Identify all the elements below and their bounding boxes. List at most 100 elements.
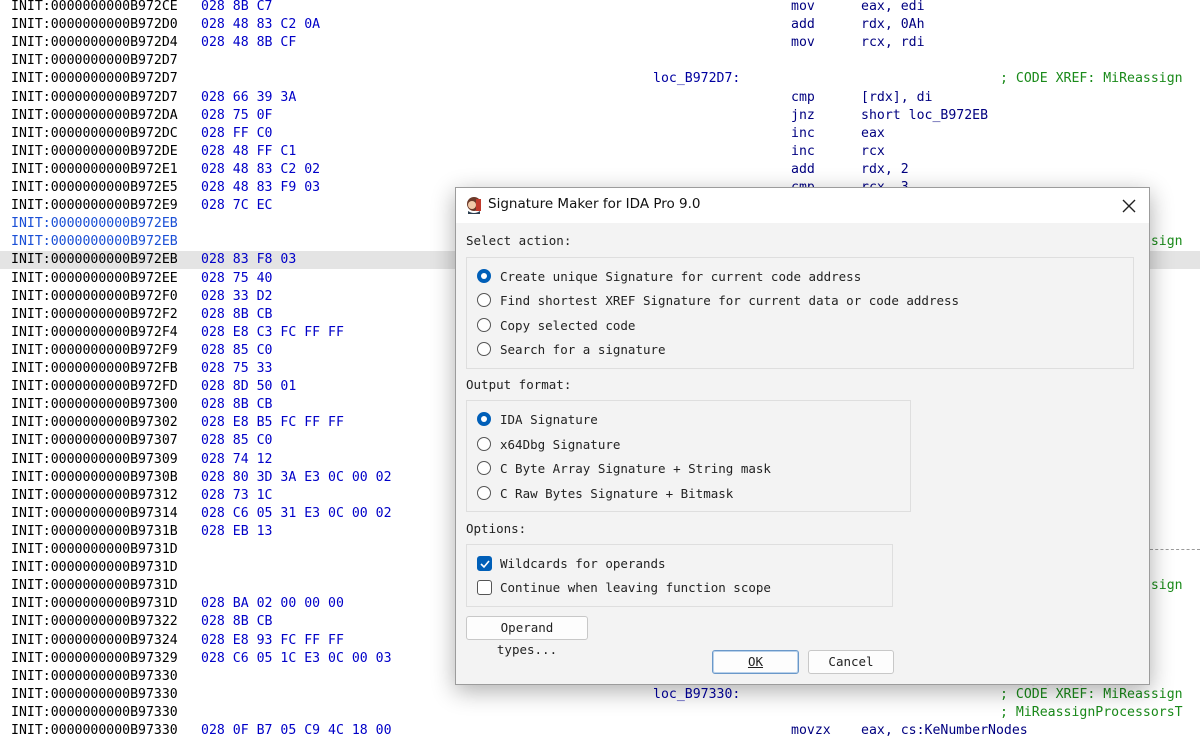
listing-bytes[interactable]: 028 75 33 — [201, 360, 272, 378]
listing-operands[interactable]: rcx, rdi — [861, 34, 925, 52]
listing-bytes[interactable]: 028 75 0F — [201, 107, 272, 125]
listing-bytes[interactable]: 028 C6 05 1C E3 0C 00 03 — [201, 650, 392, 668]
listing-mnemonic[interactable]: inc — [791, 143, 815, 161]
listing-bytes[interactable]: 028 48 83 F9 03 — [201, 179, 320, 197]
listing-operands[interactable]: rdx, 2 — [861, 161, 909, 179]
listing-address[interactable]: INIT:0000000000B972F2 — [11, 306, 178, 324]
listing-mnemonic[interactable]: cmp — [791, 89, 815, 107]
listing-address[interactable]: INIT:0000000000B972EB — [11, 251, 178, 269]
listing-bytes[interactable]: 028 8B CB — [201, 306, 272, 324]
listing-address[interactable]: INIT:0000000000B9731B — [11, 523, 178, 541]
listing-address[interactable]: INIT:0000000000B972D7 — [11, 89, 178, 107]
listing-bytes[interactable]: 028 75 40 — [201, 270, 272, 288]
listing-address[interactable]: INIT:0000000000B97330 — [11, 722, 178, 740]
listing-address[interactable]: INIT:0000000000B9730B — [11, 469, 178, 487]
checkbox-icon[interactable] — [477, 580, 492, 595]
listing-address[interactable]: INIT:0000000000B972D4 — [11, 34, 178, 52]
listing-address[interactable]: INIT:0000000000B9731D — [11, 559, 178, 577]
listing-address[interactable]: INIT:0000000000B9731D — [11, 577, 178, 595]
checkbox-checked-icon[interactable] — [477, 556, 492, 571]
listing-address[interactable]: INIT:0000000000B972DE — [11, 143, 178, 161]
listing-address[interactable]: INIT:0000000000B97312 — [11, 487, 178, 505]
listing-address[interactable]: INIT:0000000000B972D7 — [11, 52, 178, 70]
listing-mnemonic[interactable]: mov — [791, 34, 815, 52]
radio-icon[interactable] — [477, 437, 491, 451]
listing-line[interactable]: INIT:0000000000B972DC 028 FF C0 inc eax — [0, 125, 1200, 143]
cancel-button[interactable]: Cancel — [808, 650, 894, 674]
listing-bytes[interactable]: 028 7C EC — [201, 197, 272, 215]
listing-bytes[interactable]: 028 E8 B5 FC FF FF — [201, 414, 344, 432]
listing-line[interactable]: INIT:0000000000B972D7 loc_B972D7: ; CODE X… — [0, 70, 1200, 88]
listing-mnemonic[interactable]: add — [791, 161, 815, 179]
listing-address[interactable]: INIT:0000000000B972D7 — [11, 70, 178, 88]
listing-bytes[interactable]: 028 8B CB — [201, 613, 272, 631]
listing-mnemonic[interactable]: inc — [791, 125, 815, 143]
listing-address[interactable]: INIT:0000000000B97330 — [11, 704, 178, 722]
listing-bytes[interactable]: 028 73 1C — [201, 487, 272, 505]
listing-bytes[interactable]: 028 85 C0 — [201, 342, 272, 360]
listing-line[interactable]: INIT:0000000000B972D4 028 48 8B CF mov rcx,… — [0, 34, 1200, 52]
listing-bytes[interactable]: 028 48 83 C2 02 — [201, 161, 320, 179]
radio-icon[interactable] — [477, 486, 491, 500]
listing-operands[interactable]: rdx, 0Ah — [861, 16, 925, 34]
listing-bytes[interactable]: 028 FF C0 — [201, 125, 272, 143]
listing-address[interactable]: INIT:0000000000B972DC — [11, 125, 178, 143]
listing-mnemonic[interactable]: movzx — [791, 722, 831, 740]
radio-icon[interactable] — [477, 269, 491, 283]
listing-bytes[interactable]: 028 33 D2 — [201, 288, 272, 306]
listing-address[interactable]: INIT:0000000000B972D0 — [11, 16, 178, 34]
listing-operands[interactable]: eax — [861, 125, 885, 143]
listing-address[interactable]: INIT:0000000000B972DA — [11, 107, 178, 125]
radio-icon[interactable] — [477, 293, 491, 307]
listing-bytes[interactable]: 028 E8 93 FC FF FF — [201, 632, 344, 650]
listing-bytes[interactable]: 028 0F B7 05 C9 4C 18 00 — [201, 722, 392, 740]
listing-address[interactable]: INIT:0000000000B97322 — [11, 613, 178, 631]
listing-address[interactable]: INIT:0000000000B972E9 — [11, 197, 178, 215]
listing-comment[interactable]: ; CODE XREF: MiReassign — [1000, 70, 1183, 88]
listing-address[interactable]: INIT:0000000000B97309 — [11, 451, 178, 469]
listing-line[interactable]: INIT:0000000000B97330 ; MiReassignProcess… — [0, 704, 1200, 722]
listing-address[interactable]: INIT:0000000000B972E5 — [11, 179, 178, 197]
listing-bytes[interactable]: 028 BA 02 00 00 00 — [201, 595, 344, 613]
listing-line[interactable]: INIT:0000000000B972CE 028 8B C7 mov eax, ed… — [0, 0, 1200, 16]
listing-address[interactable]: INIT:0000000000B972E1 — [11, 161, 178, 179]
listing-address[interactable]: INIT:0000000000B97307 — [11, 432, 178, 450]
listing-line[interactable]: INIT:0000000000B972E1 028 48 83 C2 02 add r… — [0, 161, 1200, 179]
listing-line[interactable]: INIT:0000000000B97330 loc_B97330:; CODE X… — [0, 686, 1200, 704]
listing-address[interactable]: INIT:0000000000B97329 — [11, 650, 178, 668]
listing-label[interactable]: loc_B97330: — [653, 686, 740, 704]
listing-address[interactable]: INIT:0000000000B972FB — [11, 360, 178, 378]
listing-bytes[interactable]: 028 80 3D 3A E3 0C 00 02 — [201, 469, 392, 487]
listing-address[interactable]: INIT:0000000000B972F4 — [11, 324, 178, 342]
listing-address[interactable]: INIT:0000000000B972CE — [11, 0, 178, 16]
listing-address[interactable]: INIT:0000000000B9731D — [11, 541, 178, 559]
listing-address[interactable]: INIT:0000000000B972EB — [11, 215, 178, 233]
listing-label[interactable]: loc_B972D7: — [653, 70, 740, 88]
listing-address[interactable]: INIT:0000000000B97314 — [11, 505, 178, 523]
ok-button[interactable]: OK — [712, 650, 799, 674]
listing-operands[interactable]: [rdx], di — [861, 89, 932, 107]
listing-line[interactable]: INIT:0000000000B972DE 028 48 FF C1 inc rcx — [0, 143, 1200, 161]
listing-address[interactable]: INIT:0000000000B972EE — [11, 270, 178, 288]
listing-mnemonic[interactable]: jnz — [791, 107, 815, 125]
listing-bytes[interactable]: 028 66 39 3A — [201, 89, 296, 107]
listing-address[interactable]: INIT:0000000000B97330 — [11, 668, 178, 686]
listing-operands[interactable]: eax, cs:KeNumberNodes — [861, 722, 1028, 740]
listing-address[interactable]: INIT:0000000000B972FD — [11, 378, 178, 396]
listing-mnemonic[interactable]: add — [791, 16, 815, 34]
listing-bytes[interactable]: 028 C6 05 31 E3 0C 00 02 — [201, 505, 392, 523]
listing-bytes[interactable]: 028 74 12 — [201, 451, 272, 469]
listing-bytes[interactable]: 028 8D 50 01 — [201, 378, 296, 396]
listing-address[interactable]: INIT:0000000000B972F0 — [11, 288, 178, 306]
listing-bytes[interactable]: 028 48 FF C1 — [201, 143, 296, 161]
listing-bytes[interactable]: 028 48 8B CF — [201, 34, 296, 52]
listing-bytes[interactable]: 028 83 F8 03 — [201, 251, 296, 269]
listing-line[interactable]: INIT:0000000000B972DA 028 75 0F jnz short l… — [0, 107, 1200, 125]
listing-mnemonic[interactable]: mov — [791, 0, 815, 16]
listing-address[interactable]: INIT:0000000000B9731D — [11, 595, 178, 613]
close-icon[interactable] — [1117, 194, 1141, 218]
listing-address[interactable]: INIT:0000000000B972EB — [11, 233, 178, 251]
listing-line[interactable]: INIT:0000000000B972D7 — [0, 52, 1200, 70]
listing-operands[interactable]: short loc_B972EB — [861, 107, 988, 125]
radio-icon[interactable] — [477, 342, 491, 356]
